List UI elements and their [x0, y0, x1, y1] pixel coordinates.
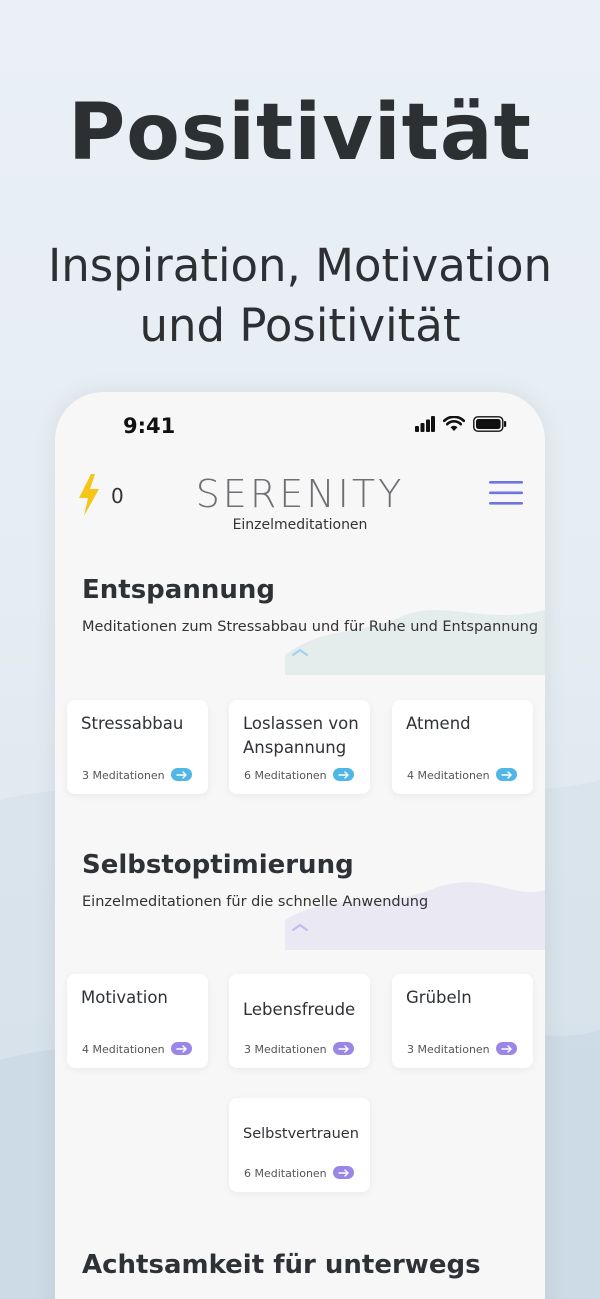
section-title: Entspannung: [82, 575, 275, 605]
status-bar: 9:41: [55, 392, 545, 452]
arrow-right-icon[interactable]: [333, 1166, 354, 1179]
section-selbstoptimierung: Selbstoptimierung Einzelmeditationen für…: [55, 850, 545, 1210]
card-motivation[interactable]: Motivation 4 Meditationen: [67, 974, 208, 1068]
app-header: 0 SERENITY Einzelmeditationen: [55, 462, 545, 542]
card-loslassen[interactable]: Loslassen von Anspannung 6 Meditationen: [229, 700, 370, 794]
card-count: 3 Meditationen: [407, 1043, 490, 1056]
card-title: Stressabbau: [81, 714, 184, 733]
arrow-right-icon[interactable]: [333, 768, 354, 781]
promo-subtitle-line-2: und Positivität: [139, 299, 461, 352]
card-title: Grübeln: [406, 988, 472, 1007]
section-description: Einzelmeditationen für die schnelle Anwe…: [82, 894, 429, 910]
card-title: Atmend: [406, 714, 471, 733]
arrow-right-icon[interactable]: [496, 768, 517, 781]
status-icons: [415, 416, 507, 432]
section-description: Meditationen zum Stressabbau und für Ruh…: [82, 619, 539, 635]
chevron-up-icon[interactable]: [291, 647, 309, 657]
arrow-right-icon[interactable]: [171, 1042, 192, 1055]
chevron-up-icon[interactable]: [291, 922, 309, 932]
section-title: Selbstoptimierung: [82, 850, 354, 880]
card-title: Lebensfreude: [243, 1000, 356, 1019]
card-title: Motivation: [81, 988, 168, 1007]
battery-icon: [473, 416, 507, 432]
section-title: Achtsamkeit für unterwegs: [82, 1250, 481, 1280]
card-title: Selbstvertrauen: [243, 1126, 359, 1142]
card-count: 4 Meditationen: [82, 1043, 165, 1056]
arrow-right-icon[interactable]: [496, 1042, 517, 1055]
cellular-signal-icon: [415, 416, 435, 432]
arrow-right-icon[interactable]: [333, 1042, 354, 1055]
card-gruebeln[interactable]: Grübeln 3 Meditationen: [392, 974, 533, 1068]
status-time: 9:41: [123, 414, 176, 438]
card-count: 3 Meditationen: [82, 769, 165, 782]
wifi-icon: [443, 416, 465, 431]
card-atmend[interactable]: Atmend 4 Meditationen: [392, 700, 533, 794]
phone-screen: 9:41 0 SERENITY Einzelmeditationen Entsp…: [55, 392, 545, 1299]
card-count: 6 Meditationen: [244, 769, 327, 782]
hamburger-menu-icon[interactable]: [489, 480, 523, 506]
card-count: 6 Meditationen: [244, 1167, 327, 1180]
promo-subtitle: Inspiration, Motivation und Positivität: [40, 236, 560, 356]
card-title: Loslassen von Anspannung: [243, 714, 359, 757]
header-subtitle: Einzelmeditationen: [232, 517, 368, 533]
card-count: 4 Meditationen: [407, 769, 490, 782]
card-count: 3 Meditationen: [244, 1043, 327, 1056]
card-selbstvertrauen[interactable]: Selbstvertrauen 6 Meditationen: [229, 1098, 370, 1192]
card-stressabbau[interactable]: Stressabbau 3 Meditationen: [67, 700, 208, 794]
section-entspannung: Entspannung Meditationen zum Stressabbau…: [55, 575, 545, 805]
mist-decoration: [285, 882, 545, 950]
promo-title: Positivität: [68, 88, 532, 178]
mist-decoration: [285, 610, 545, 675]
arrow-right-icon[interactable]: [171, 768, 192, 781]
brand-logo: SERENITY: [195, 472, 405, 516]
section-achtsamkeit: Achtsamkeit für unterwegs: [55, 1250, 545, 1299]
promo-subtitle-line-1: Inspiration, Motivation: [47, 239, 553, 292]
card-lebensfreude[interactable]: Lebensfreude 3 Meditationen: [229, 974, 370, 1068]
